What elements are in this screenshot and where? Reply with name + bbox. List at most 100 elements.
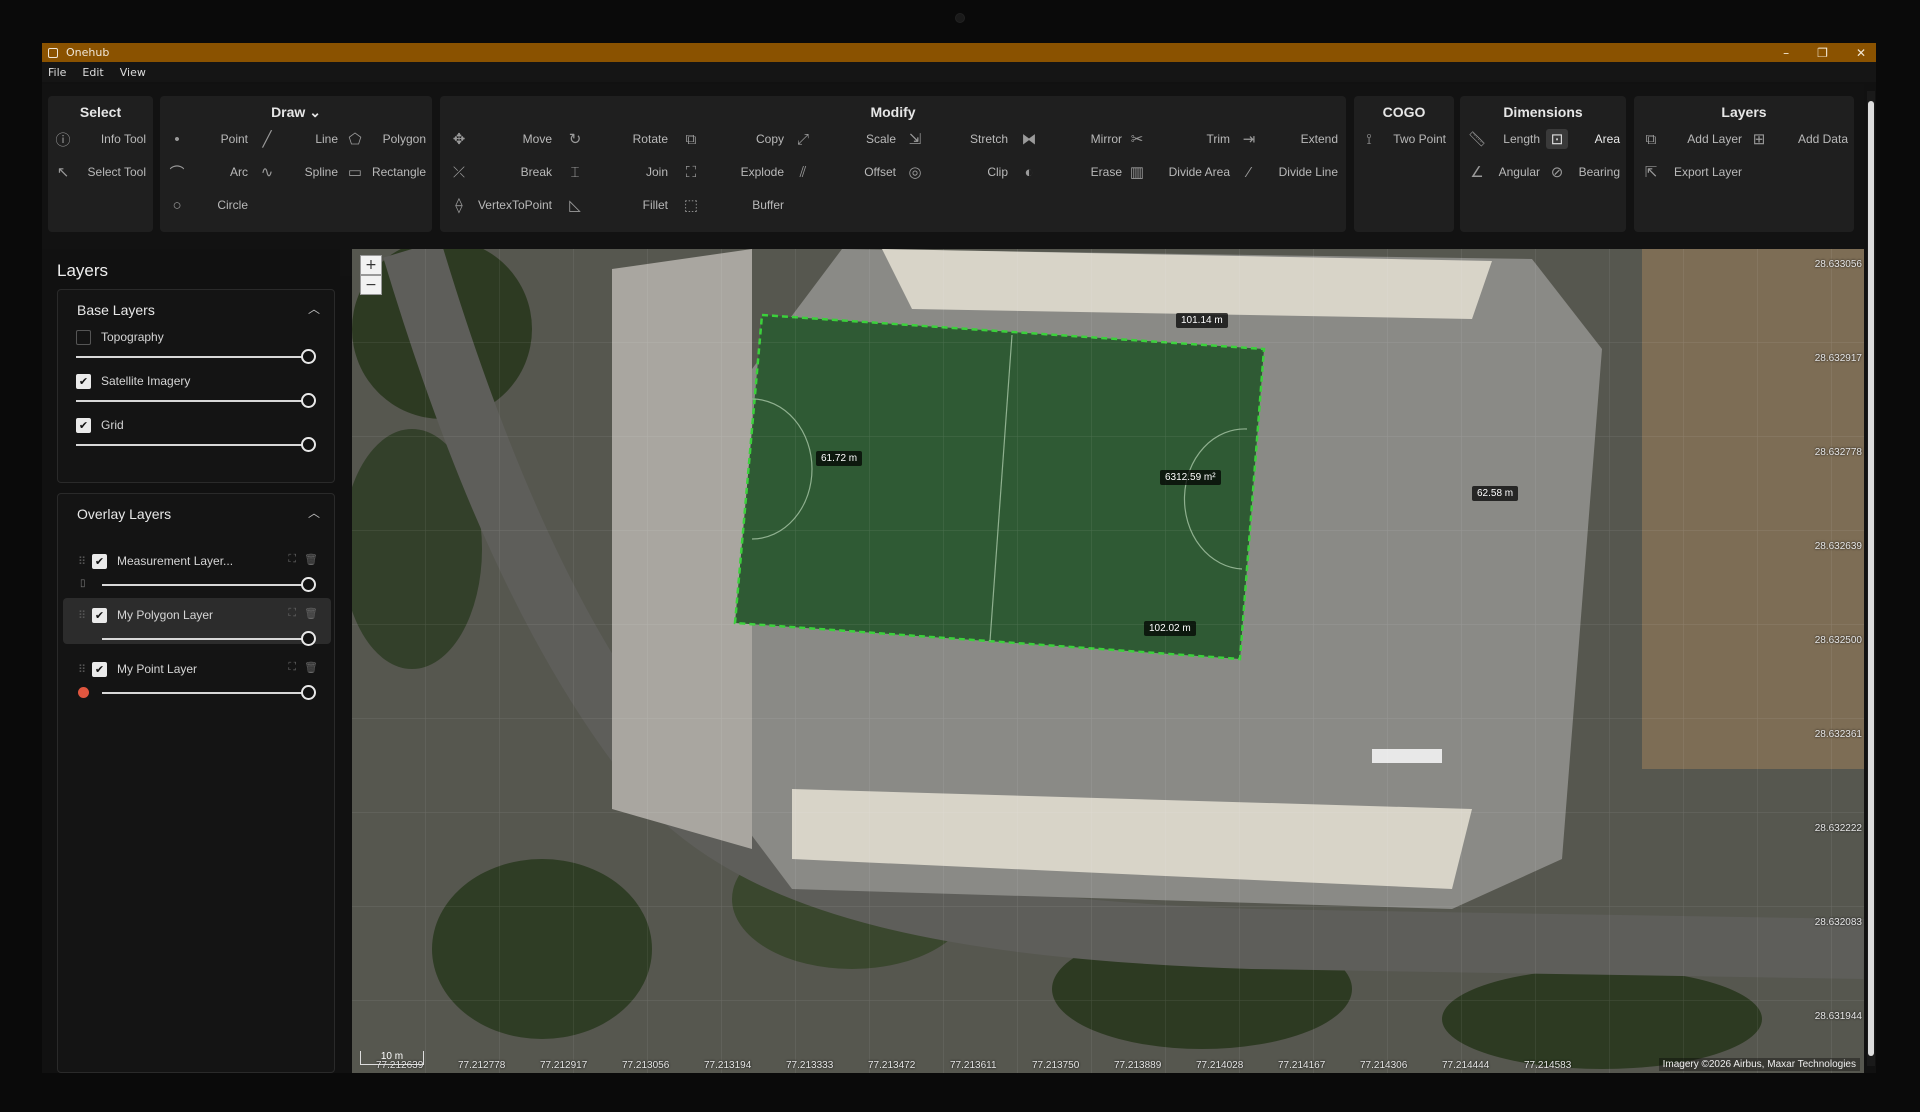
drag-handle-icon[interactable]: ⠿ xyxy=(78,663,86,676)
slider-knob[interactable] xyxy=(301,393,316,408)
zoom-out-button[interactable]: − xyxy=(360,275,382,295)
topography-opacity-slider[interactable] xyxy=(76,356,308,358)
measure-bottom-label: 102.02 m xyxy=(1144,621,1196,636)
copy-tool-button[interactable]: ⧉ Copy xyxy=(680,126,788,152)
angular-tool-button[interactable]: ∠ Angular xyxy=(1466,159,1544,185)
zoom-to-layer-icon[interactable]: ⛶ xyxy=(288,553,296,566)
measurement-checkbox[interactable]: ✔ xyxy=(92,553,107,569)
two-point-tool-button[interactable]: ⟟ Two Point xyxy=(1358,126,1450,152)
export-layer-button[interactable]: ⇱ Export Layer xyxy=(1640,159,1746,185)
divide-line-icon: ⁄ xyxy=(1247,163,1251,181)
move-tool-button[interactable]: ✥ Move xyxy=(448,126,556,152)
lon-tick: 77.213472 xyxy=(868,1060,916,1071)
circle-tool-button[interactable]: ○ Circle xyxy=(166,192,252,218)
polygon-opacity-slider[interactable] xyxy=(102,638,308,640)
trash-icon[interactable]: 🗑︎ xyxy=(304,553,318,566)
lon-tick: 77.214583 xyxy=(1524,1060,1572,1071)
point-color-swatch[interactable] xyxy=(78,687,89,698)
minimize-button[interactable]: – xyxy=(1783,46,1789,60)
point-checkbox[interactable]: ✔ xyxy=(92,661,107,677)
lat-tick: 28.632500 xyxy=(1814,635,1862,646)
slider-knob[interactable] xyxy=(301,349,316,364)
trash-icon[interactable]: 🗑︎ xyxy=(304,661,318,674)
trim-tool-button[interactable]: ✂ Trim xyxy=(1126,126,1234,152)
collapse-chevron-icon[interactable]: ︿ xyxy=(308,300,320,317)
menu-file[interactable]: File xyxy=(48,66,66,79)
ruler-icon: 📏︎ xyxy=(1467,131,1487,148)
stretch-tool-button[interactable]: ⇲ Stretch xyxy=(904,126,1012,152)
polygon-checkbox[interactable]: ✔ xyxy=(92,607,107,623)
lon-tick: 77.213611 xyxy=(950,1060,997,1071)
close-button[interactable]: ✕ xyxy=(1856,46,1866,60)
layer-label: My Point Layer xyxy=(117,662,198,676)
zoom-to-layer-icon[interactable]: ⛶ xyxy=(288,661,296,674)
lon-tick: 77.214167 xyxy=(1278,1060,1326,1071)
mirror-tool-button[interactable]: ⧓ Mirror xyxy=(1018,126,1126,152)
rectangle-tool-button[interactable]: ▭ Rectangle xyxy=(344,159,430,185)
fillet-icon: ◺ xyxy=(569,197,581,214)
draw-group-title[interactable]: Draw ⌄ xyxy=(160,104,432,121)
satellite-checkbox[interactable]: ✔ xyxy=(76,373,91,389)
satellite-opacity-slider[interactable] xyxy=(76,400,308,402)
topography-checkbox[interactable] xyxy=(76,329,91,345)
break-tool-button[interactable]: ⤫ Break xyxy=(448,159,556,185)
trash-icon[interactable]: 🗑︎ xyxy=(304,607,318,620)
slider-knob[interactable] xyxy=(301,437,316,452)
file-icon: ▯ xyxy=(80,578,86,589)
divide-area-tool-button[interactable]: ▥ Divide Area xyxy=(1126,159,1234,185)
point-opacity-slider[interactable] xyxy=(102,692,308,694)
scrollbar-thumb[interactable] xyxy=(1868,101,1874,1056)
slider-knob[interactable] xyxy=(301,685,316,700)
lat-tick: 28.632917 xyxy=(1814,353,1862,364)
grid-checkbox[interactable]: ✔ xyxy=(76,417,91,433)
extend-tool-button[interactable]: ⇥ Extend xyxy=(1238,126,1342,152)
lon-tick: 77.213194 xyxy=(704,1060,752,1071)
erase-tool-button[interactable]: ◐ Erase xyxy=(1018,159,1126,185)
measure-area-label: 6312.59 m² xyxy=(1160,470,1221,485)
slider-knob[interactable] xyxy=(301,577,316,592)
vertical-scrollbar[interactable] xyxy=(1867,91,1875,1066)
circle-icon: ○ xyxy=(172,196,182,214)
overlay-row-polygon[interactable]: ⠿ ✔ My Polygon Layer ⛶ 🗑︎ xyxy=(78,604,318,626)
overlay-row-point[interactable]: ⠿ ✔ My Point Layer ⛶ 🗑︎ xyxy=(78,658,318,680)
zoom-to-layer-icon[interactable]: ⛶ xyxy=(288,607,296,620)
menu-view[interactable]: View xyxy=(120,66,146,79)
buffer-tool-button[interactable]: ⬚ Buffer xyxy=(680,192,788,218)
rotate-tool-button[interactable]: ↻ Rotate xyxy=(564,126,672,152)
scale-tool-button[interactable]: ⤢ Scale xyxy=(792,126,900,152)
area-tool-button[interactable]: ⊡ Area xyxy=(1546,126,1624,152)
drag-handle-icon[interactable]: ⠿ xyxy=(78,555,86,568)
join-tool-button[interactable]: ⌶ Join xyxy=(564,159,672,185)
slider-knob[interactable] xyxy=(301,631,316,646)
base-layers-panel: Base Layers ︿ Topography ✔ Satellite Ima… xyxy=(57,289,335,483)
clip-tool-button[interactable]: ◎ Clip xyxy=(904,159,1012,185)
zoom-in-button[interactable]: + xyxy=(360,255,382,275)
add-data-button[interactable]: ⊞ Add Data xyxy=(1748,126,1852,152)
menu-edit[interactable]: Edit xyxy=(82,66,103,79)
select-tool-button[interactable]: ↖ Select Tool xyxy=(52,159,150,185)
grid-opacity-slider[interactable] xyxy=(76,444,308,446)
length-tool-button[interactable]: 📏︎ Length xyxy=(1466,126,1544,152)
fillet-tool-button[interactable]: ◺ Fillet xyxy=(564,192,672,218)
explode-tool-button[interactable]: ⛶ Explode xyxy=(680,159,788,185)
collapse-chevron-icon[interactable]: ︿ xyxy=(308,504,320,521)
point-tool-button[interactable]: • Point xyxy=(166,126,252,152)
measurement-opacity-slider[interactable] xyxy=(102,584,308,586)
polygon-tool-button[interactable]: ⬠ Polygon xyxy=(344,126,430,152)
map-view[interactable]: + − 101.14 m 61.72 m 62.58 m 102.02 m 63… xyxy=(352,249,1864,1073)
layer-label: My Polygon Layer xyxy=(117,608,214,622)
add-layer-button[interactable]: ⧉ Add Layer xyxy=(1640,126,1746,152)
overlay-row-measurement[interactable]: ⠿ ✔ Measurement Layer... ⛶ 🗑︎ xyxy=(78,550,318,572)
bearing-tool-button[interactable]: ⊘ Bearing xyxy=(1546,159,1624,185)
vertex-to-point-tool-button[interactable]: ⟠ VertexToPoint xyxy=(448,192,556,218)
divide-area-icon: ▥ xyxy=(1129,164,1145,181)
arc-tool-button[interactable]: ⌒ Arc xyxy=(166,159,252,185)
drag-handle-icon[interactable]: ⠿ xyxy=(78,609,86,622)
restore-button[interactable]: ❐ xyxy=(1817,46,1828,60)
info-tool-button[interactable]: ⓘ Info Tool xyxy=(52,126,150,152)
spline-tool-button[interactable]: ∿ Spline xyxy=(256,159,342,185)
line-tool-button[interactable]: ╱ Line xyxy=(256,126,342,152)
app-icon xyxy=(48,47,58,58)
offset-tool-button[interactable]: ⫽ Offset xyxy=(792,159,900,185)
divide-line-tool-button[interactable]: ⁄ Divide Line xyxy=(1238,159,1342,185)
